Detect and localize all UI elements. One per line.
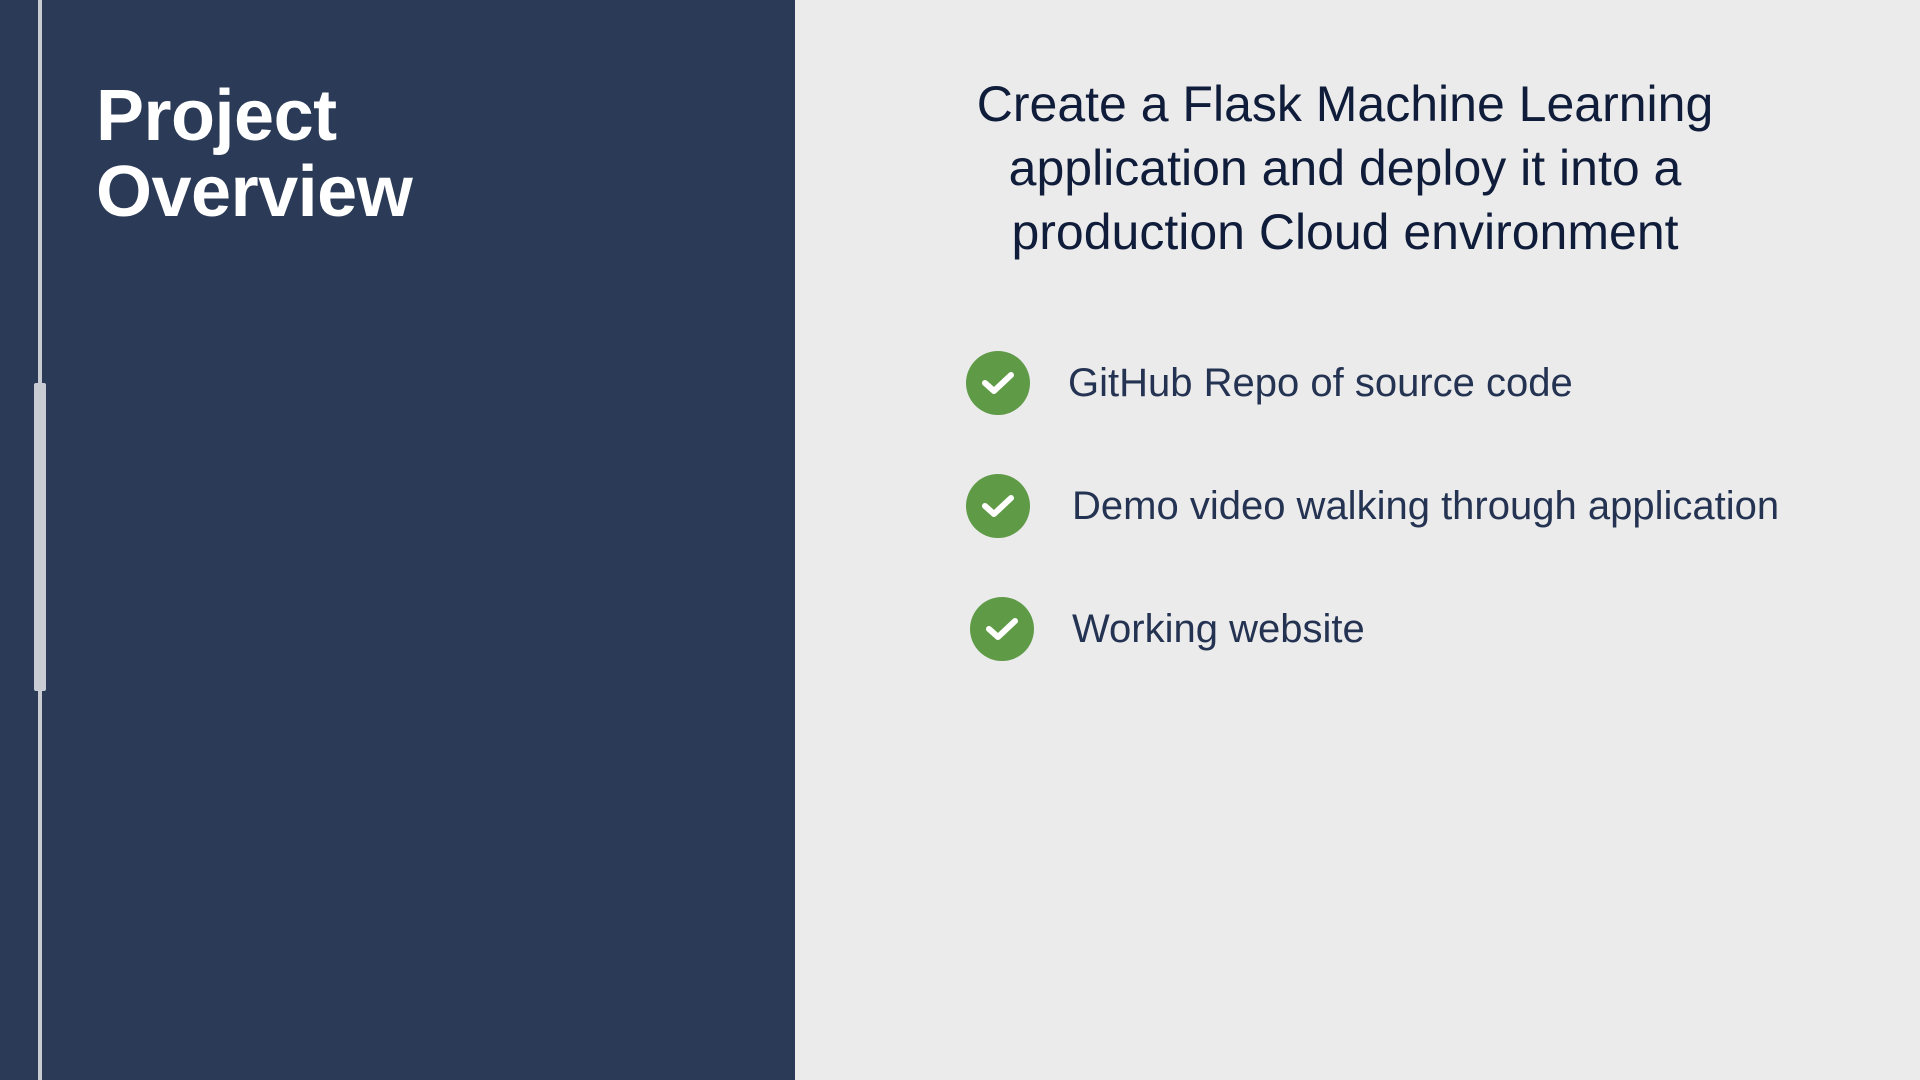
- slide: Project Overview Create a Flask Machine …: [0, 0, 1920, 1080]
- scrollbar-thumb[interactable]: [34, 383, 46, 691]
- deliverables-checklist: GitHub Repo of source code Demo video wa…: [966, 350, 1779, 719]
- check-circle-icon: [970, 597, 1034, 661]
- check-circle-icon: [966, 474, 1030, 538]
- checklist-item-label: Working website: [1072, 607, 1365, 651]
- left-title-panel: Project Overview: [0, 0, 795, 1080]
- check-circle-icon: [966, 351, 1030, 415]
- checklist-item-demo-video: Demo video walking through application: [966, 473, 1779, 539]
- checklist-item-label: GitHub Repo of source code: [1068, 361, 1573, 405]
- checklist-item-label: Demo video walking through application: [1072, 484, 1780, 528]
- section-title: Project Overview: [96, 76, 413, 232]
- checklist-item-github-repo: GitHub Repo of source code: [966, 350, 1779, 416]
- checklist-item-working-website: Working website: [970, 596, 1779, 662]
- project-headline: Create a Flask Machine Learning applicat…: [976, 76, 1714, 260]
